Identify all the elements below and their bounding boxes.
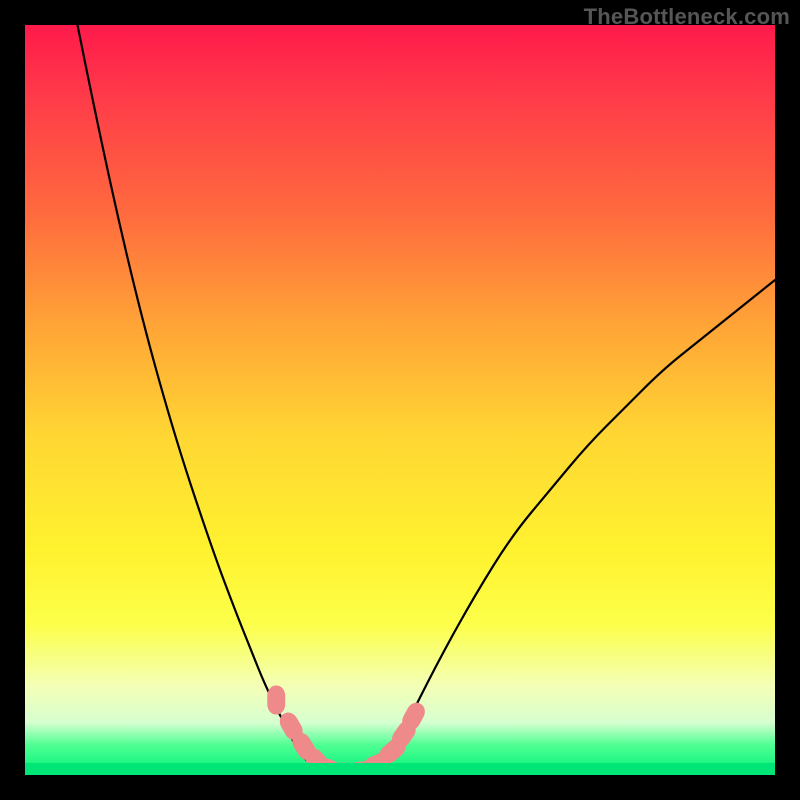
marker-group	[268, 686, 428, 775]
plot-area	[25, 25, 775, 775]
chart-stage: TheBottleneck.com	[0, 0, 800, 800]
optimal-zone-band	[25, 763, 775, 775]
bottleneck-curve	[78, 25, 776, 773]
curve-svg	[25, 25, 775, 775]
highlight-marker	[268, 686, 285, 714]
